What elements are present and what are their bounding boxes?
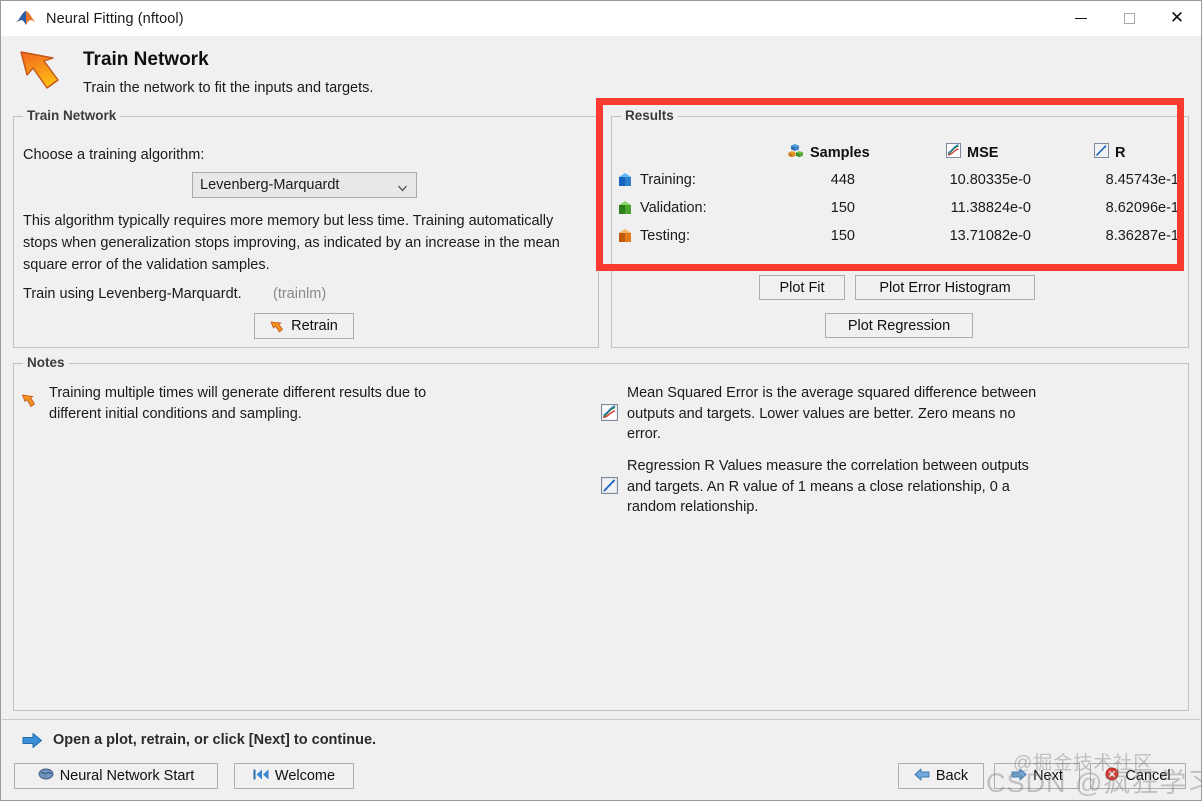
page-title: Train Network <box>83 49 209 70</box>
results-column-samples-label: Samples <box>810 145 870 161</box>
results-row-testing-name: Testing: <box>640 228 690 244</box>
mse-plot-icon <box>601 404 618 421</box>
window-controls: ✕ <box>1057 1 1201 36</box>
skip-back-icon <box>253 768 269 785</box>
back-button[interactable]: Back <box>898 763 984 789</box>
results-column-samples: Samples <box>788 143 870 163</box>
plot-fit-button[interactable]: Plot Fit <box>759 275 845 300</box>
blue-right-arrow-icon <box>22 732 43 749</box>
results-column-mse: MSE <box>946 143 998 162</box>
lightning-bolt-icon <box>270 319 285 334</box>
minimize-button[interactable] <box>1057 1 1105 36</box>
right-arrow-icon <box>1011 768 1027 785</box>
orange-arrow-icon <box>17 48 69 94</box>
welcome-button[interactable]: Welcome <box>234 763 354 789</box>
results-column-r: R <box>1094 143 1125 162</box>
results-column-mse-label: MSE <box>967 144 999 161</box>
plot-regression-button[interactable]: Plot Regression <box>825 313 973 338</box>
train-using-label: Train using Levenberg-Marquardt. <box>23 286 242 302</box>
results-testing-mse: 13.71082e-0 <box>949 228 1031 244</box>
footer-divider <box>2 719 1200 720</box>
maximize-icon <box>1123 13 1135 24</box>
nftool-window: Neural Fitting (nftool) ✕ Train Network … <box>0 0 1202 801</box>
results-row-training-label: Training: <box>618 172 696 188</box>
train-function-name: (trainlm) <box>273 286 327 302</box>
regression-plot-icon <box>1094 143 1109 162</box>
left-arrow-icon <box>914 768 930 785</box>
title-bar: Neural Fitting (nftool) ✕ <box>1 1 1201 36</box>
note-item-mse: Mean Squared Error is the average square… <box>627 385 1037 442</box>
green-cube-icon <box>618 200 633 216</box>
neural-network-start-button[interactable]: Neural Network Start <box>14 763 218 789</box>
orange-arrow-icon <box>21 393 38 410</box>
chevron-down-icon <box>398 181 407 192</box>
close-button[interactable]: ✕ <box>1153 1 1201 36</box>
regression-plot-icon <box>601 477 618 494</box>
results-validation-mse: 11.38824e-0 <box>950 200 1031 216</box>
results-validation-samples: 150 <box>830 200 855 216</box>
training-algorithm-value: Levenberg-Marquardt <box>200 177 340 193</box>
results-testing-r: 8.36287e-1 <box>1105 228 1179 244</box>
welcome-label: Welcome <box>274 768 336 784</box>
note-item-regression: Regression R Values measure the correlat… <box>627 458 1029 515</box>
window-title: Neural Fitting (nftool) <box>46 10 184 27</box>
results-validation-r: 8.62096e-1 <box>1105 200 1179 216</box>
matlab-nn-arrow-icon <box>15 8 37 30</box>
status-message: Open a plot, retrain, or click [Next] to… <box>53 732 377 748</box>
results-column-r-label: R <box>1115 144 1126 161</box>
cancel-label: Cancel <box>1125 768 1171 784</box>
results-training-mse: 10.80335e-0 <box>949 172 1031 188</box>
mse-plot-icon <box>946 143 961 162</box>
maximize-button[interactable] <box>1105 1 1153 36</box>
orange-cube-icon <box>618 228 633 244</box>
algorithm-description: This algorithm typically requires more m… <box>23 213 560 273</box>
results-row-training-name: Training: <box>640 172 696 188</box>
neural-network-start-label: Neural Network Start <box>59 768 195 784</box>
plot-error-histogram-button[interactable]: Plot Error Histogram <box>855 275 1035 300</box>
minimize-icon <box>1075 18 1087 19</box>
train-network-group-legend: Train Network <box>23 108 121 123</box>
note-item-retrain: Training multiple times will generate di… <box>49 385 427 422</box>
results-testing-samples: 150 <box>830 228 855 244</box>
notes-group-legend: Notes <box>23 355 69 370</box>
back-label: Back <box>935 768 969 784</box>
retrain-button[interactable]: Retrain <box>254 313 354 339</box>
brain-icon <box>38 767 54 785</box>
training-algorithm-select[interactable]: Levenberg-Marquardt <box>192 172 417 198</box>
retrain-button-label: Retrain <box>291 318 338 334</box>
cancel-button[interactable]: Cancel <box>1090 763 1186 789</box>
next-label: Next <box>1033 768 1063 784</box>
blue-cube-icon <box>618 172 633 188</box>
close-icon: ✕ <box>1169 8 1185 28</box>
results-row-testing-label: Testing: <box>618 228 690 244</box>
choose-algorithm-label: Choose a training algorithm: <box>23 147 205 163</box>
next-button[interactable]: Next <box>994 763 1080 789</box>
results-training-r: 8.45743e-1 <box>1105 172 1179 188</box>
results-row-validation-name: Validation: <box>640 200 707 216</box>
page-subtitle: Train the network to fit the inputs and … <box>83 80 374 96</box>
results-training-samples: 448 <box>830 172 855 188</box>
results-group-legend: Results <box>621 108 678 123</box>
cancel-x-icon <box>1105 767 1119 785</box>
cubes-stack-icon <box>788 143 804 163</box>
results-row-validation-label: Validation: <box>618 200 707 216</box>
